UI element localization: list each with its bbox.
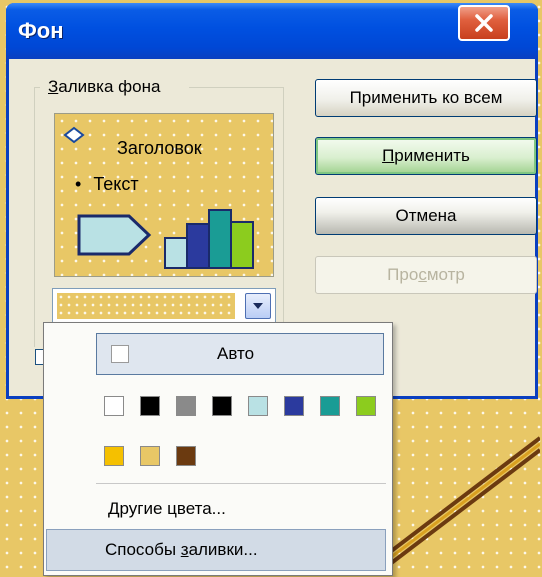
palette-row2-swatch-3[interactable]	[176, 446, 196, 466]
auto-color-option[interactable]: Авто	[96, 333, 384, 375]
palette-row1-swatch-7[interactable]	[320, 396, 340, 416]
palette-row1-swatch-8[interactable]	[356, 396, 376, 416]
fill-effects-item[interactable]: Способы заливки...	[46, 529, 386, 571]
preview-bullet-text: • Текст	[75, 174, 139, 194]
palette-row2-swatch-1[interactable]	[104, 446, 124, 466]
fill-group-label: Заливка фона	[45, 77, 164, 97]
fill-color-dropdown[interactable]	[52, 288, 276, 324]
palette-row1-swatch-1[interactable]	[104, 396, 124, 416]
pentagon-arrow-shape	[77, 214, 152, 256]
group-border-top	[189, 87, 284, 88]
preview-heading: Заголовок	[117, 138, 202, 158]
bullet-dot: •	[75, 174, 82, 194]
palette-row1-swatch-3[interactable]	[176, 396, 196, 416]
palette-row1-swatch-4[interactable]	[212, 396, 232, 416]
fill-preview: Заголовок • Текст	[54, 113, 274, 277]
group-border-leftline	[34, 87, 35, 347]
fill-effects-label: Способы заливки...	[105, 540, 258, 559]
auto-color-swatch	[111, 345, 129, 363]
palette-row1-swatch-6[interactable]	[284, 396, 304, 416]
chevron-down-icon	[253, 303, 263, 309]
diamond-bullet-icon	[63, 126, 85, 144]
close-icon	[475, 14, 493, 32]
dialog-title: Фон	[18, 18, 64, 43]
close-button[interactable]	[458, 5, 510, 41]
palette-row1-swatch-2[interactable]	[140, 396, 160, 416]
menu-separator	[96, 483, 386, 484]
preview-button[interactable]: Про с мотр	[315, 256, 537, 294]
title-bar: Фон	[6, 3, 538, 59]
more-colors-item[interactable]: Другие цвета...	[108, 499, 226, 519]
apply-button[interactable]: Применить	[315, 137, 537, 175]
ribbon-stripes-decoration	[390, 436, 540, 566]
bar-chart-shape	[164, 209, 254, 269]
cancel-button[interactable]: Отмена	[315, 197, 537, 235]
palette-row2-swatch-2[interactable]	[140, 446, 160, 466]
auto-color-label: Авто	[217, 344, 255, 363]
palette-row1-swatch-5[interactable]	[248, 396, 268, 416]
dropdown-button[interactable]	[245, 293, 271, 319]
apply-to-all-button[interactable]: Применить ко всем	[315, 79, 537, 117]
current-color-swatch	[57, 293, 235, 319]
color-menu: Авто Другие цвета... Способы заливки...	[43, 322, 393, 576]
